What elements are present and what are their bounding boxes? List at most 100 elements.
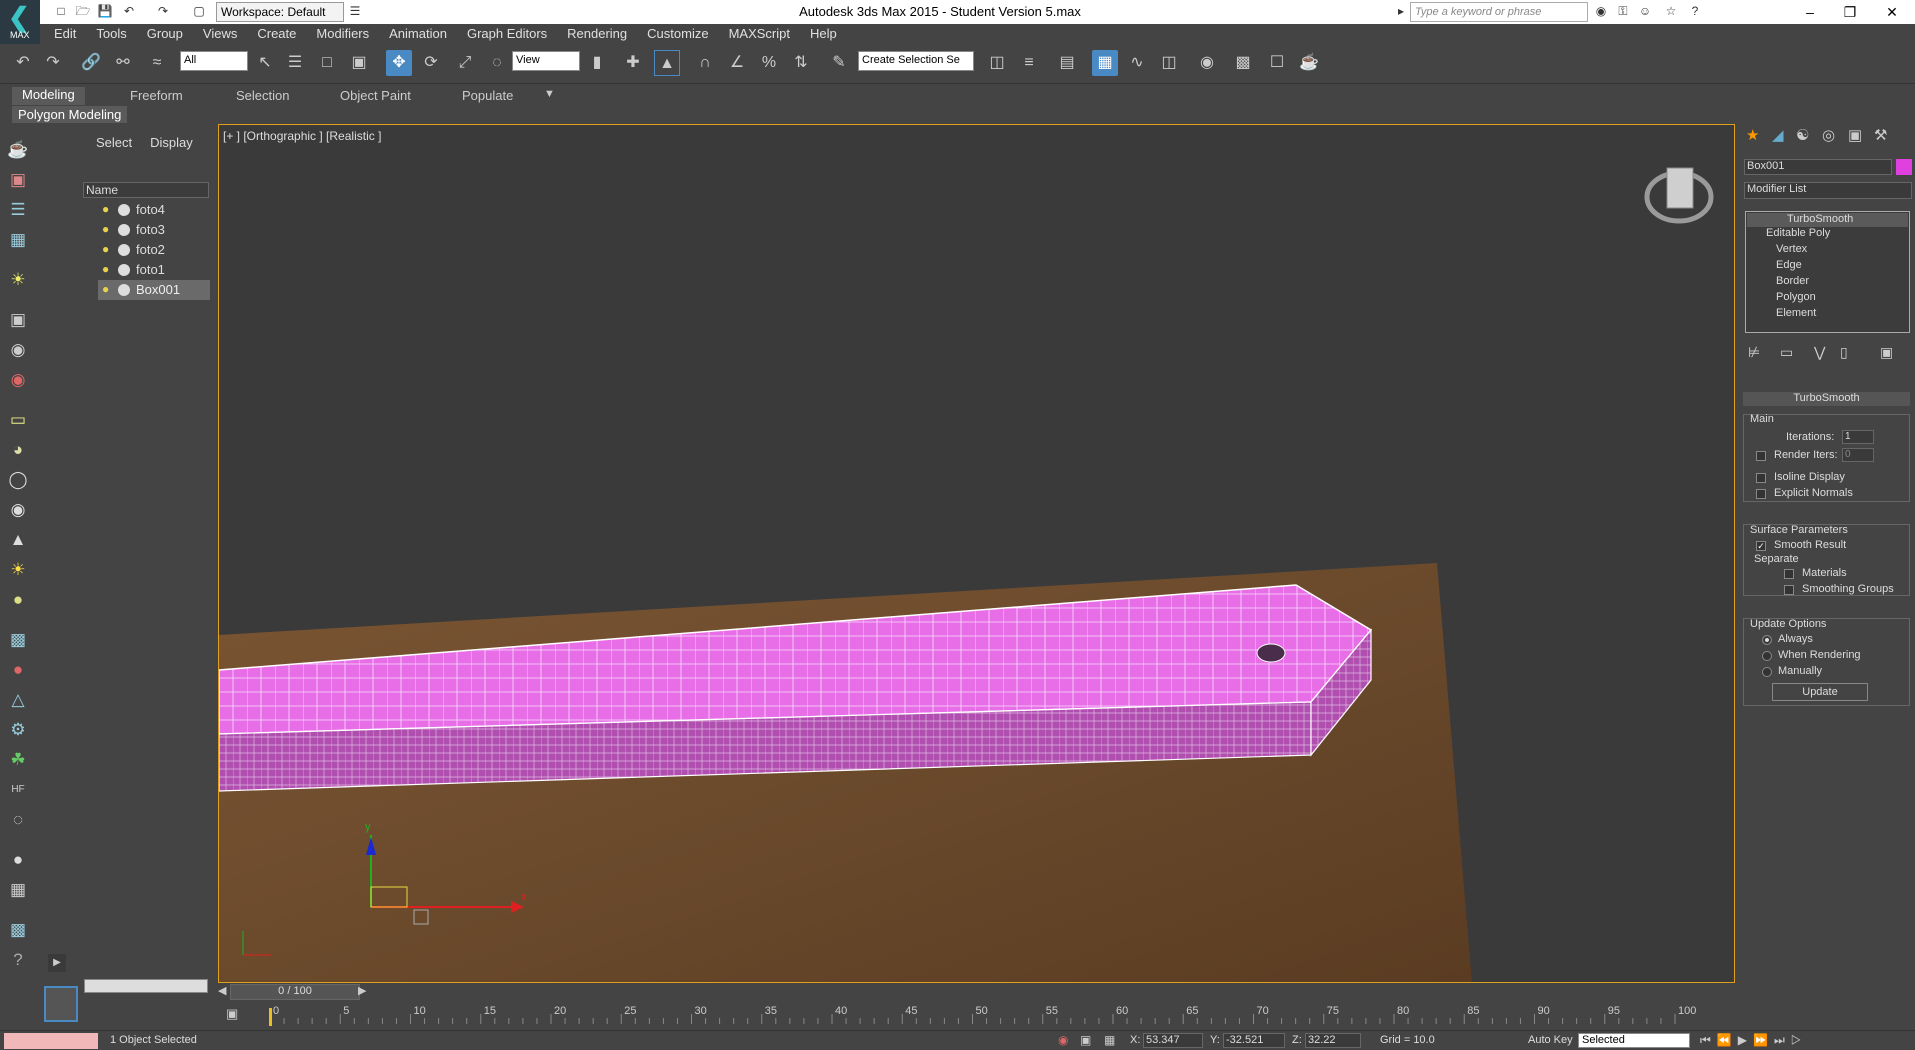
sun-icon[interactable]: ☀ — [6, 558, 30, 582]
auto-key-button[interactable]: Auto Key — [1528, 1034, 1573, 1046]
gear-icon[interactable]: ⚙ — [6, 718, 30, 742]
render-iters-spinner[interactable]: 0 — [1842, 448, 1874, 462]
create-tab-icon[interactable]: ★ — [1746, 126, 1759, 144]
light-bulb-icon[interactable]: ● — [102, 242, 109, 256]
z-coordinate-field[interactable]: 32.22 — [1305, 1033, 1361, 1048]
render-setup-icon[interactable]: ▩ — [1230, 50, 1256, 76]
x-coordinate-field[interactable]: 53.347 — [1143, 1033, 1203, 1048]
scene-object-row[interactable]: ● foto3 — [98, 220, 210, 240]
customize-quick-access-icon[interactable]: ☰ — [346, 2, 364, 20]
visibility-icon[interactable] — [118, 204, 130, 216]
redo-quick-icon[interactable]: ↷ — [154, 2, 172, 20]
stack-item-border[interactable]: Border — [1776, 275, 1809, 287]
ball-icon[interactable]: ● — [6, 848, 30, 872]
stack-item-polygon[interactable]: Polygon — [1776, 291, 1816, 303]
name-column-header[interactable]: Name — [83, 182, 209, 198]
angle-snap-icon[interactable]: ∠ — [724, 50, 750, 76]
torus-icon[interactable]: ◉ — [6, 498, 30, 522]
image-icon[interactable]: ▣ — [6, 168, 30, 192]
cone-icon[interactable]: ▲ — [6, 528, 30, 552]
maxscript-listener-mini[interactable] — [4, 1033, 98, 1049]
schematic-view-icon[interactable]: ◫ — [1156, 50, 1182, 76]
y-coordinate-field[interactable]: -32.521 — [1223, 1033, 1285, 1048]
select-scale-icon[interactable]: ⤢ — [452, 50, 478, 76]
light-bulb-icon[interactable]: ● — [102, 282, 109, 296]
menu-maxscript[interactable]: MAXScript — [719, 24, 800, 43]
app-menu-button[interactable]: ❮ MAX — [0, 0, 40, 44]
previous-key-icon[interactable]: ⏪ — [1717, 1033, 1738, 1047]
graphite-toolbar-icon[interactable]: ▦ — [1092, 50, 1118, 76]
stack-item-vertex[interactable]: Vertex — [1776, 243, 1807, 255]
bones-icon[interactable]: △ — [6, 688, 30, 712]
select-move-icon[interactable]: ✥ — [386, 50, 412, 76]
stack-item-turbosmooth[interactable]: TurboSmooth — [1747, 213, 1908, 227]
play-icon[interactable]: ▶ — [1738, 1033, 1753, 1047]
ribbon-options-icon[interactable]: ▼ — [544, 88, 555, 100]
visibility-icon[interactable] — [118, 284, 130, 296]
particles-icon[interactable]: ▩ — [6, 628, 30, 652]
configure-modifier-sets-icon[interactable]: ▣ — [1880, 344, 1893, 361]
binoculars-icon[interactable]: ◉ — [1592, 2, 1610, 20]
redo-icon[interactable]: ↷ — [40, 50, 66, 76]
tab-populate[interactable]: Populate — [462, 88, 513, 103]
tab-modeling[interactable]: Modeling — [12, 87, 85, 105]
always-radio[interactable] — [1762, 635, 1772, 645]
menu-tools[interactable]: Tools — [86, 24, 136, 43]
render-production-icon[interactable]: ☕ — [1296, 50, 1322, 76]
menu-animation[interactable]: Animation — [379, 24, 457, 43]
expand-search-icon[interactable]: ▸ — [1392, 2, 1410, 20]
user-icon[interactable]: ☺ — [1636, 2, 1654, 20]
rollout-turbosmooth[interactable]: TurboSmooth — [1743, 392, 1910, 406]
key-mode-icon[interactable]: ▷ — [1791, 1033, 1808, 1047]
undo-quick-icon[interactable]: ↶ — [120, 2, 138, 20]
skylight-icon[interactable]: ● — [6, 588, 30, 612]
hierarchy-tab-icon[interactable]: ☯ — [1796, 126, 1809, 144]
close-icon[interactable]: ✕ — [1872, 2, 1912, 22]
menu-help[interactable]: Help — [800, 24, 847, 43]
object-name-field[interactable]: Box001 — [1744, 159, 1892, 175]
list-icon[interactable]: ☰ — [6, 198, 30, 222]
key-icon[interactable]: ⚿ — [1614, 2, 1632, 20]
viewport-layout-icon[interactable] — [44, 986, 78, 1022]
select-rotate-icon[interactable]: ⟳ — [418, 50, 444, 76]
scene-tab-display[interactable]: Display — [150, 135, 193, 150]
visibility-icon[interactable] — [118, 224, 130, 236]
menu-rendering[interactable]: Rendering — [557, 24, 637, 43]
pin-stack-icon[interactable]: ⊭ — [1748, 344, 1760, 361]
explicit-normals-checkbox[interactable] — [1756, 489, 1766, 499]
display-tab-icon[interactable]: ▣ — [1848, 126, 1862, 144]
material-editor-icon[interactable]: ◉ — [1194, 50, 1220, 76]
scene-object-row[interactable]: ● foto4 — [98, 200, 210, 220]
scene-states-icon[interactable]: ▩ — [6, 918, 30, 942]
camera-icon[interactable]: ▣ — [6, 308, 30, 332]
calculator-icon[interactable]: ▦ — [6, 878, 30, 902]
project-folder-icon[interactable]: ▢ — [190, 2, 208, 20]
select-place-icon[interactable]: ◌ — [484, 50, 510, 76]
minimize-icon[interactable]: – — [1790, 2, 1830, 22]
modify-tab-icon[interactable]: ◢ — [1772, 126, 1784, 144]
iterations-spinner[interactable]: 1 — [1842, 430, 1874, 444]
align-icon[interactable]: ≡ — [1016, 50, 1042, 76]
scene-horizontal-scrollbar[interactable] — [84, 979, 208, 993]
link-icon[interactable]: 🔗 — [78, 50, 104, 76]
object-color-swatch[interactable] — [1896, 159, 1912, 175]
rectangular-selection-icon[interactable]: □ — [314, 50, 340, 76]
sphere-icon[interactable]: ◯ — [6, 468, 30, 492]
save-file-icon[interactable]: 💾 — [96, 2, 114, 20]
select-manipulate-icon[interactable]: ✚ — [620, 50, 646, 76]
tab-object-paint[interactable]: Object Paint — [340, 88, 411, 103]
spinner-snap-icon[interactable]: ⇅ — [788, 50, 814, 76]
tab-freeform[interactable]: Freeform — [130, 88, 183, 103]
time-slider[interactable]: 0 / 100 — [230, 984, 360, 1000]
selection-lock-icon[interactable]: ▣ — [1080, 1033, 1091, 1047]
manually-radio[interactable] — [1762, 667, 1772, 677]
named-selection-sets-dropdown[interactable]: Create Selection Se — [858, 51, 974, 71]
snaps-toggle-icon[interactable]: ∩ — [692, 50, 718, 76]
stack-item-edge[interactable]: Edge — [1776, 259, 1802, 271]
teapot-icon[interactable]: ☕ — [6, 138, 30, 162]
scene-tab-select[interactable]: Select — [96, 135, 132, 150]
polygon-modeling-panel[interactable]: Polygon Modeling — [12, 106, 128, 123]
help-search-input[interactable]: Type a keyword or phrase — [1410, 2, 1588, 22]
make-unique-icon[interactable]: ⋁ — [1814, 344, 1825, 361]
layer-manager-icon[interactable]: ▤ — [1054, 50, 1080, 76]
